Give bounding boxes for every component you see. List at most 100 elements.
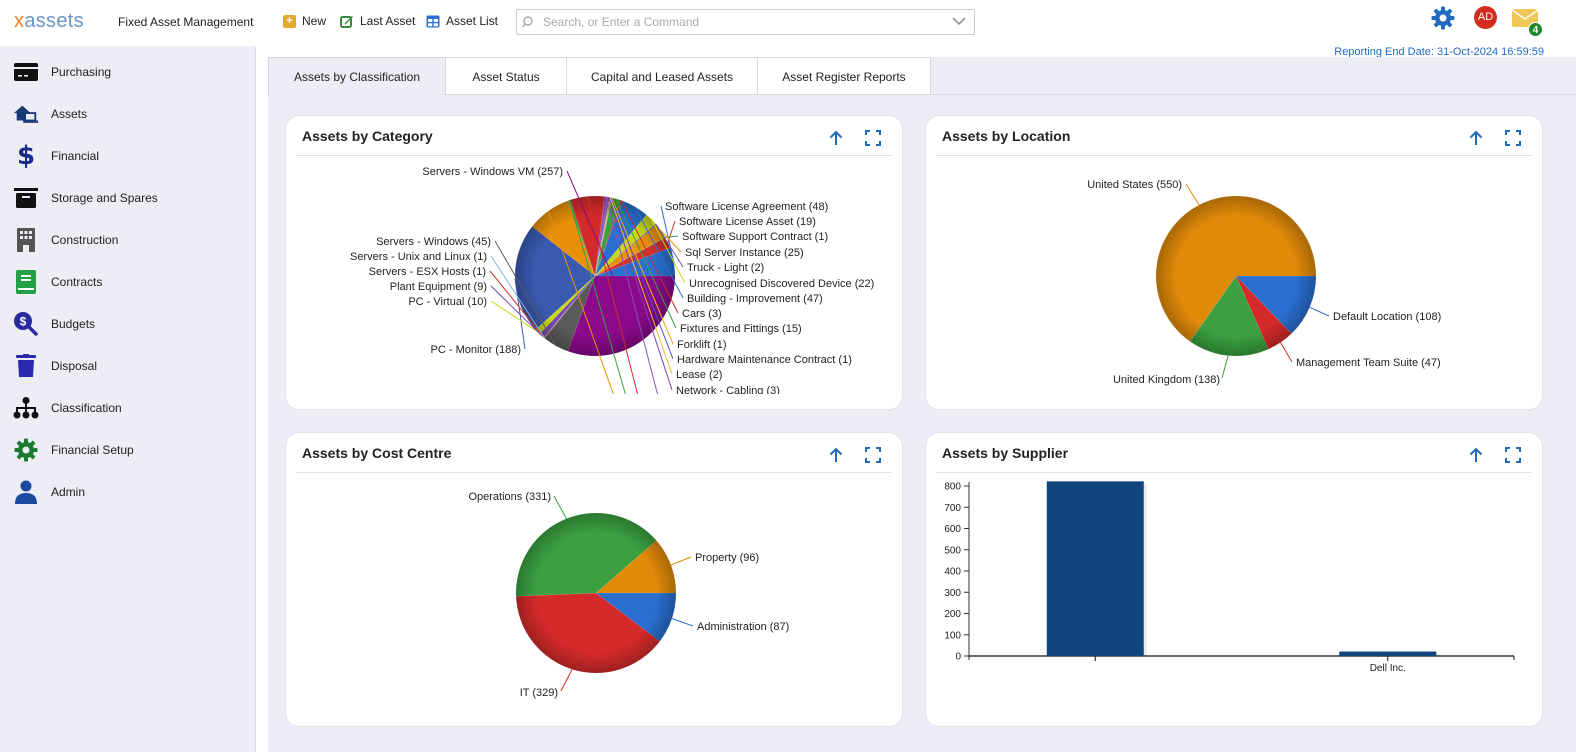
bar-chart-supplier: 0 100 200 300 400 500 600 700 800 Dell Inc.	[944, 481, 1515, 674]
pie-chart-location: Default Location (108) Management Team Su…	[1087, 179, 1441, 386]
card-title: Assets by Cost Centre	[302, 445, 452, 461]
pie-leader-line	[671, 618, 694, 627]
pie-label-sql-server-instance: Sql Server Instance (25)	[685, 247, 804, 259]
pie-leader-line	[1185, 183, 1200, 206]
pie-label-servers-esx-hosts: Servers - ESX Hosts (1)	[369, 266, 486, 278]
tab-capital-and-leased-assets[interactable]: Capital and Leased Assets	[566, 57, 758, 95]
arrow-up-icon[interactable]	[826, 445, 846, 465]
settings-gear-icon[interactable]	[1431, 6, 1455, 30]
card-title: Assets by Category	[302, 128, 433, 144]
pie-leader-line	[560, 669, 573, 692]
arrow-up-icon[interactable]	[826, 128, 846, 148]
pie-label-software-support-contract: Software Support Contract (1)	[682, 231, 828, 243]
card-assets-by-category: Assets by Category Software License Agre…	[285, 115, 903, 410]
card-title: Assets by Supplier	[942, 445, 1069, 461]
pie-label-forklift: Forklift (1)	[677, 339, 727, 351]
main-content: Assets by Classification Asset Status Ca…	[268, 57, 1576, 752]
pie-label-management-team-suite: Management Team Suite (47)	[1296, 357, 1441, 369]
gear-icon	[13, 437, 39, 463]
new-button[interactable]: + New	[283, 14, 326, 28]
bar-unnamed-supplier[interactable]	[1046, 481, 1144, 656]
svg-text:$: $	[20, 315, 27, 329]
sidebar-item-financial-setup[interactable]: Financial Setup	[0, 429, 256, 471]
expand-icon[interactable]	[863, 445, 883, 465]
expand-icon[interactable]	[1503, 128, 1523, 148]
pie-label-fixtures-and-fittings: Fixtures and Fittings (15)	[680, 323, 802, 335]
pie-leader-line	[1221, 355, 1229, 379]
pie-label-pc-monitor: PC - Monitor (188)	[431, 344, 521, 356]
sidebar-item-purchasing[interactable]: Purchasing	[0, 51, 256, 93]
search-icon	[521, 16, 533, 28]
sidebar-item-disposal[interactable]: Disposal	[0, 345, 256, 387]
mail-count-badge: 4	[1528, 22, 1543, 37]
arrow-up-icon[interactable]	[1466, 128, 1486, 148]
pie-leader-line	[1309, 306, 1330, 317]
x-tick-label: Dell Inc.	[1370, 663, 1406, 674]
expand-icon[interactable]	[863, 128, 883, 148]
y-tick-label: 700	[944, 503, 961, 514]
y-tick-label: 200	[944, 609, 961, 620]
pie-label-cars: Cars (3)	[682, 308, 722, 320]
search-input[interactable]	[539, 15, 944, 29]
pie-label-software-license-agreement: Software License Agreement (48)	[665, 201, 828, 213]
trash-icon	[13, 353, 39, 379]
card-assets-by-location: Assets by Location Default Location (108…	[925, 115, 1543, 410]
pie-label-network-cabling: Network - Cabling (3)	[676, 385, 780, 394]
logo[interactable]: xassets	[14, 10, 84, 33]
table-icon	[426, 15, 440, 27]
card-assets-by-supplier: Assets by Supplier 0 100 200 300 400 500 600 70…	[925, 432, 1543, 727]
y-tick-label: 800	[944, 482, 961, 493]
pie-leader-line	[670, 556, 692, 566]
plus-icon: +	[283, 14, 296, 28]
arrow-up-icon[interactable]	[1466, 445, 1486, 465]
search-dollar-icon: $	[13, 311, 39, 337]
card-assets-by-cost-centre: Assets by Cost Centre Administration (87…	[285, 432, 903, 727]
asset-list-button[interactable]: Asset List	[426, 14, 498, 28]
y-tick-label: 400	[944, 567, 961, 578]
pie-label-united-kingdom: United Kingdom (138)	[1113, 374, 1220, 386]
pie-label-servers-unix-and-linux: Servers - Unix and Linux (1)	[350, 251, 487, 263]
pie-label-lease: Lease (2)	[676, 369, 722, 381]
pie-label-default-location: Default Location (108)	[1333, 311, 1441, 323]
pie-label-plant-equipment: Plant Equipment (9)	[390, 281, 487, 293]
dollar-icon: $	[16, 141, 36, 171]
building-icon	[13, 227, 39, 253]
sidebar-item-construction[interactable]: Construction	[0, 219, 256, 261]
y-tick-label: 100	[944, 630, 961, 641]
pie-shading	[1156, 196, 1316, 356]
sidebar-item-classification[interactable]: Classification	[0, 387, 256, 429]
archive-box-icon	[13, 185, 39, 211]
sidebar-item-admin[interactable]: Admin	[0, 471, 256, 513]
pie-chart-category: Software License Agreement (48) Software …	[350, 166, 874, 394]
bar-dell-inc[interactable]	[1339, 651, 1437, 656]
tab-asset-status[interactable]: Asset Status	[445, 57, 567, 95]
sidebar-item-storage-and-spares[interactable]: Storage and Spares	[0, 177, 256, 219]
pie-label-unrecognised-discovered-device: Unrecognised Discovered Device (22)	[689, 278, 874, 290]
user-icon	[13, 479, 39, 505]
pie-label-software-license-asset: Software License Asset (19)	[679, 216, 816, 228]
tab-asset-register-reports[interactable]: Asset Register Reports	[757, 57, 931, 95]
pie-leader-line	[553, 495, 567, 519]
tab-assets-by-classification[interactable]: Assets by Classification	[268, 57, 446, 95]
y-tick-label: 600	[944, 524, 961, 535]
edit-icon	[340, 16, 353, 28]
y-tick-label: 300	[944, 588, 961, 599]
pie-label-united-states: United States (550)	[1087, 179, 1182, 191]
sidebar-item-financial[interactable]: $ Financial	[0, 135, 256, 177]
chevron-down-icon[interactable]	[944, 13, 974, 31]
pie-label-hardware-maintenance-contract: Hardware Maintenance Contract (1)	[677, 354, 852, 366]
command-search[interactable]	[516, 9, 975, 35]
pie-label-building-improvement: Building - Improvement (47)	[687, 293, 823, 305]
credit-card-icon	[13, 59, 39, 85]
pie-label-it: IT (329)	[520, 687, 558, 699]
user-avatar[interactable]: AD	[1474, 6, 1497, 29]
sidebar-item-contracts[interactable]: Contracts	[0, 261, 256, 303]
sidebar-item-budgets[interactable]: $ Budgets	[0, 303, 256, 345]
last-asset-button[interactable]: Last Asset	[340, 14, 415, 28]
pie-label-administration: Administration (87)	[697, 621, 789, 633]
house-laptop-icon	[13, 101, 39, 127]
y-tick-label: 0	[955, 652, 961, 663]
expand-icon[interactable]	[1503, 445, 1523, 465]
sidebar-item-assets[interactable]: Assets	[0, 93, 256, 135]
top-bar: xassets Fixed Asset Management + New Las…	[0, 0, 1576, 45]
